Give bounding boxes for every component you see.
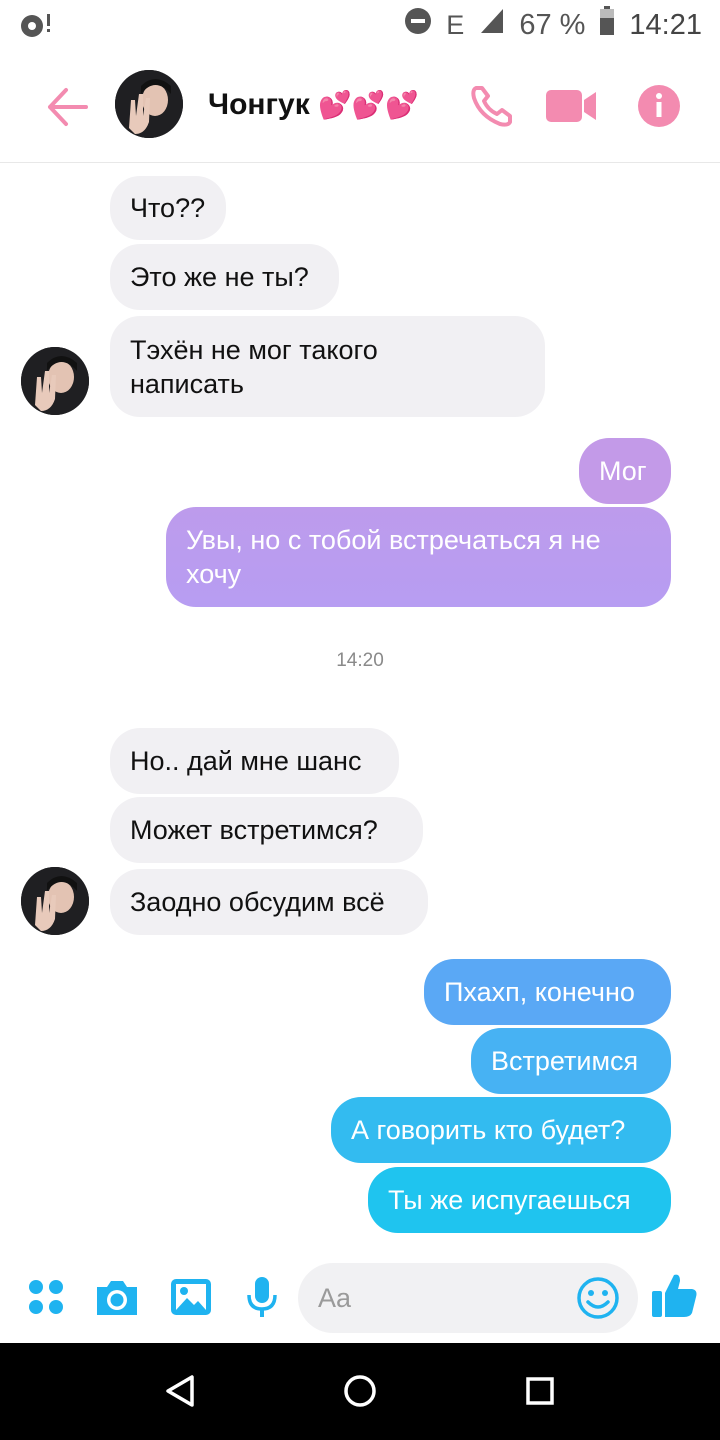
message-text: Встретимся [491, 1046, 639, 1076]
incoming-message[interactable]: Что?? [110, 176, 226, 240]
message-timestamp: 14:20 [336, 650, 384, 671]
system-navigation-bar [0, 1343, 720, 1440]
notification-icon [18, 10, 54, 40]
composer-bar: Aa [0, 1255, 720, 1343]
message-text: Ты же испугаешься [388, 1185, 631, 1215]
message-text: Это же не ты? [130, 262, 309, 292]
video-camera-icon[interactable] [544, 80, 600, 132]
emoji-icon[interactable] [576, 1276, 620, 1320]
message-text: Но.. дай мне шанс [130, 746, 362, 776]
outgoing-message[interactable]: Мог [579, 438, 671, 504]
signal-icon [479, 7, 505, 43]
battery-percent: 67 % [519, 8, 586, 41]
message-text: Заодно обсудим всё [130, 887, 385, 917]
contact-avatar[interactable] [115, 70, 183, 138]
hearts-emoji: 💕💕💕 [318, 90, 419, 120]
message-text-line: хочу [186, 559, 242, 589]
message-text-line: Увы, но с тобой встречаться я не [186, 525, 601, 555]
conversation-header: Чонгук 💕💕💕 [0, 50, 720, 163]
contact-name[interactable]: Чонгук 💕💕💕 [208, 88, 419, 122]
incoming-message[interactable]: Тэхён не мог такого написать [110, 316, 545, 417]
gallery-icon[interactable] [167, 1273, 215, 1321]
back-arrow-icon[interactable] [44, 84, 90, 130]
outgoing-message[interactable]: Ты же испугаешься [368, 1167, 671, 1233]
message-text-line: написать [130, 368, 244, 399]
outgoing-message[interactable]: Встретимся [471, 1028, 671, 1094]
outgoing-message[interactable]: Увы, но с тобой встречаться я не хочу [166, 507, 671, 607]
phone-icon[interactable] [466, 80, 518, 132]
incoming-message[interactable]: Но.. дай мне шанс [110, 728, 399, 794]
message-text: Может встретимся? [130, 815, 378, 845]
contact-avatar-small[interactable] [21, 867, 89, 935]
clock: 14:21 [629, 8, 702, 41]
message-text: Мог [599, 456, 647, 486]
message-input-placeholder: Aa [318, 1283, 352, 1313]
microphone-icon[interactable] [238, 1273, 286, 1321]
incoming-message[interactable]: Может встретимся? [110, 797, 423, 863]
recents-square-icon[interactable] [514, 1365, 566, 1417]
incoming-message[interactable]: Это же не ты? [110, 244, 339, 310]
message-text-line: Тэхён не мог такого [130, 334, 378, 365]
outgoing-message[interactable]: А говорить кто будет? [331, 1097, 671, 1163]
do-not-disturb-icon [404, 7, 432, 43]
camera-icon[interactable] [93, 1273, 141, 1321]
contact-name-text: Чонгук [208, 88, 310, 121]
thumbs-up-icon[interactable] [650, 1271, 700, 1321]
message-text: А говорить кто будет? [351, 1115, 626, 1145]
network-indicator: E [446, 9, 466, 40]
apps-grid-icon[interactable] [22, 1273, 70, 1321]
status-bar: E 67 % 14:21 [0, 0, 720, 50]
message-input[interactable]: Aa [298, 1263, 638, 1333]
info-icon[interactable] [637, 84, 681, 128]
battery-icon [599, 6, 615, 44]
home-circle-icon[interactable] [334, 1365, 386, 1417]
message-text: Что?? [130, 193, 206, 223]
back-triangle-icon[interactable] [154, 1365, 206, 1417]
incoming-message[interactable]: Заодно обсудим всё [110, 869, 428, 935]
message-text: Пхахп, конечно [444, 977, 635, 1007]
contact-avatar-small[interactable] [21, 347, 89, 415]
outgoing-message[interactable]: Пхахп, конечно [424, 959, 671, 1025]
